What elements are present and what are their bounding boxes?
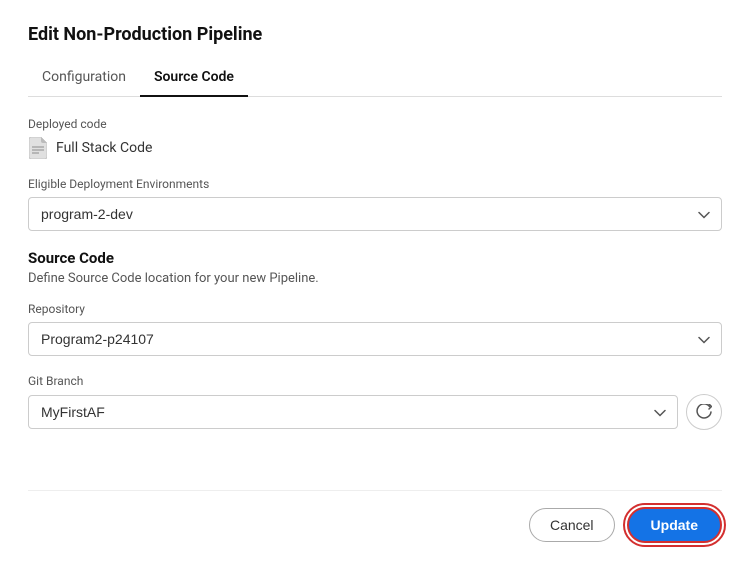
- tab-source-code[interactable]: Source Code: [140, 61, 248, 97]
- footer: Cancel Update: [28, 490, 722, 543]
- source-code-section: Source Code Define Source Code location …: [28, 249, 722, 430]
- refresh-button[interactable]: [686, 394, 722, 430]
- tab-configuration[interactable]: Configuration: [28, 61, 140, 97]
- file-icon: [28, 137, 48, 159]
- deployed-code-row: Full Stack Code: [28, 137, 722, 159]
- deployed-code-value: Full Stack Code: [56, 140, 152, 156]
- eligible-deployment-group: Eligible Deployment Environments program…: [28, 177, 722, 231]
- source-code-desc: Define Source Code location for your new…: [28, 271, 722, 286]
- cancel-button[interactable]: Cancel: [529, 508, 615, 542]
- deployed-code-group: Deployed code Full Stack Code: [28, 117, 722, 159]
- page-title: Edit Non-Production Pipeline: [28, 24, 722, 45]
- source-code-heading: Source Code: [28, 249, 722, 267]
- git-branch-group: Git Branch MyFirstAF main develop: [28, 374, 722, 430]
- git-branch-label: Git Branch: [28, 374, 722, 388]
- refresh-icon: [696, 404, 712, 420]
- repository-group: Repository Program2-p24107 Program2-p241…: [28, 302, 722, 356]
- eligible-deployment-select-wrapper: program-2-dev program-2-staging program-…: [28, 197, 722, 231]
- git-branch-select-wrapper: MyFirstAF main develop: [28, 395, 678, 429]
- repository-select[interactable]: Program2-p24107 Program2-p24108: [28, 322, 722, 356]
- git-branch-select[interactable]: MyFirstAF main develop: [28, 395, 678, 429]
- deployed-code-label: Deployed code: [28, 117, 722, 131]
- git-branch-row: MyFirstAF main develop: [28, 394, 722, 430]
- eligible-deployment-label: Eligible Deployment Environments: [28, 177, 722, 191]
- update-button[interactable]: Update: [627, 507, 722, 543]
- eligible-deployment-select[interactable]: program-2-dev program-2-staging program-…: [28, 197, 722, 231]
- tabs: Configuration Source Code: [28, 61, 722, 97]
- repository-label: Repository: [28, 302, 722, 316]
- repository-select-wrapper: Program2-p24107 Program2-p24108: [28, 322, 722, 356]
